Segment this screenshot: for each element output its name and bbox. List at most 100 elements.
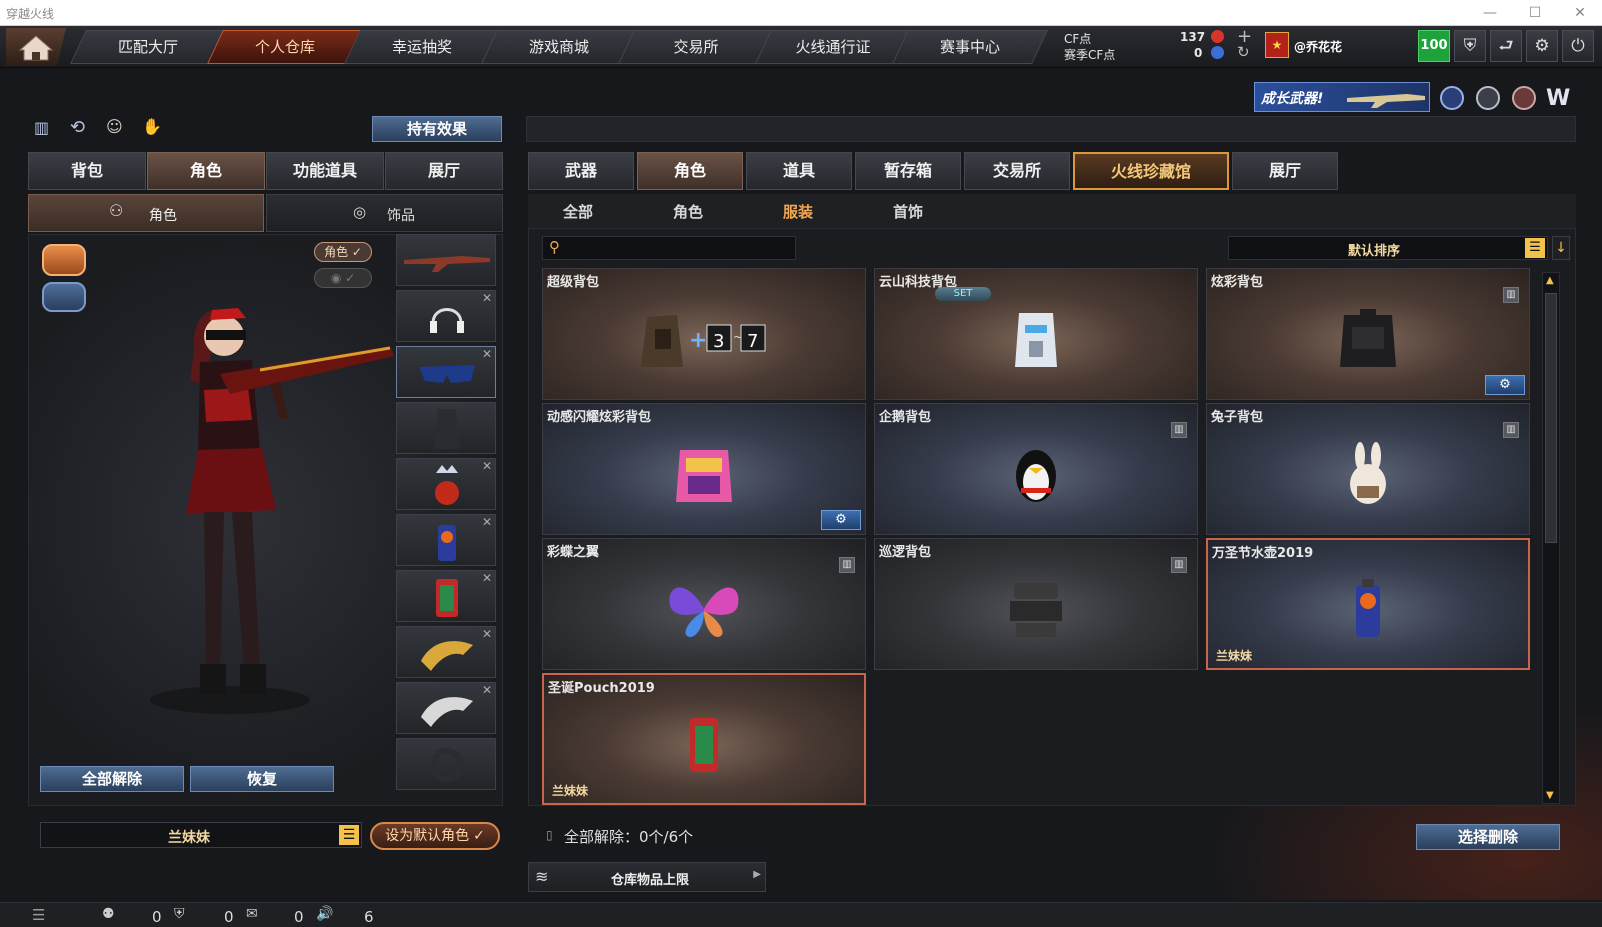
right-tab-characters[interactable]: 角色 [637,152,743,190]
equip-slot-glasses[interactable]: ✕ [396,346,496,398]
remove-icon[interactable]: ✕ [482,683,492,697]
equip-slot-headphones[interactable]: ✕ [396,290,496,342]
rotate-view-icon[interactable]: ⟲ [70,117,90,138]
equip-slot-pouch[interactable]: ✕ [396,570,496,622]
left-tab-showroom[interactable]: 展厅 [385,152,503,190]
nav-tab-match-hall[interactable]: 匹配大厅 [70,30,226,64]
growth-weapon-banner[interactable]: 成长武器! [1254,82,1430,112]
scroll-down-icon[interactable]: ▼ [1546,790,1554,801]
equip-slot-pet-gold[interactable]: ✕ [396,626,496,678]
nav-tab-events[interactable]: 赛事中心 [892,30,1048,64]
gear-icon[interactable]: ⚙ [821,510,861,530]
hand-icon[interactable]: ✋ [142,117,162,137]
trash-icon[interactable]: ▥ [1503,422,1519,438]
subtab-jewelry[interactable]: 首饰 [893,201,923,222]
eagle-team-icon[interactable] [42,282,86,312]
wolf-team-icon[interactable] [42,244,86,276]
equip-slot-vest-empty[interactable] [396,402,496,454]
item-card[interactable]: 兔子背包 ▥ [1206,403,1530,535]
nav-tab-lucky-draw[interactable]: 幸运抽奖 [344,30,500,64]
equip-slot-weapon[interactable] [396,234,496,286]
expand-right-icon[interactable]: ▶ [753,869,761,880]
trash-icon[interactable]: ▥ [839,557,855,573]
item-card-selected[interactable]: 圣诞Pouch2019 兰妹妹 [542,673,866,805]
left-tab-backpack[interactable]: 背包 [28,152,146,190]
holding-effect-button[interactable]: 持有效果 [372,116,502,142]
item-card[interactable]: 云山科技背包 SET [874,268,1198,400]
item-card[interactable]: 巡逻背包 ▥ [874,538,1198,670]
refresh-icon[interactable]: ↻ [1237,43,1250,61]
emblem-icon[interactable] [1512,86,1536,110]
item-card-selected[interactable]: 万圣节水壶2019 兰妹妹 [1206,538,1530,670]
trash-icon[interactable]: ▥ [1171,422,1187,438]
equip-slot-head-accessory[interactable]: ✕ [396,458,496,510]
right-tab-storage-box[interactable]: 暂存箱 [855,152,961,190]
friends-icon[interactable]: ⚉ [102,906,115,922]
character-name-select[interactable]: 兰妹妹 ☰ [40,822,362,848]
left-subtab-accessory[interactable]: ◎ 饰品 [266,194,503,232]
badge-v-icon[interactable] [1440,86,1464,110]
search-input[interactable]: ⚲ [542,236,796,260]
close-button[interactable]: ✕ [1560,2,1600,24]
subtab-all[interactable]: 全部 [563,201,593,222]
inventory-scrollbar[interactable]: ▲ ▼ [1542,272,1560,804]
item-card[interactable]: 炫彩背包 ▥ ⚙ [1206,268,1530,400]
username[interactable]: @乔花花 [1294,38,1342,55]
remove-icon[interactable]: ✕ [482,459,492,473]
equip-slot-flask[interactable]: ✕ [396,514,496,566]
remove-icon[interactable]: ✕ [482,627,492,641]
left-tab-functional-items[interactable]: 功能道具 [266,152,384,190]
storage-limit-bar[interactable]: ≋ 仓库物品上限 ▶ [528,862,766,892]
minimize-button[interactable]: — [1470,2,1510,24]
shield-button[interactable]: ⛨ [1454,30,1486,62]
set-default-character-button[interactable]: 设为默认角色 ✓ [370,822,500,850]
right-tab-showroom[interactable]: 展厅 [1232,152,1338,190]
role-badge[interactable]: 角色 ✓ [314,242,372,262]
scroll-up-icon[interactable]: ▲ [1546,275,1554,286]
item-card[interactable]: 动感闪耀炫彩背包 ⚙ [542,403,866,535]
menu-icon[interactable]: ☰ [1525,238,1545,258]
item-card[interactable]: 企鹅背包 ▥ [874,403,1198,535]
restore-button[interactable]: 恢复 [190,766,334,792]
equip-slot-pet-silver[interactable]: ✕ [396,682,496,734]
sort-dropdown[interactable]: 默认排序 ☰ [1228,236,1548,260]
right-tab-collection-hall[interactable]: 火线珍藏馆 [1073,152,1229,190]
w-logo-icon[interactable]: W [1546,86,1574,111]
subtab-clothing[interactable]: 服装 [783,201,813,222]
power-button[interactable]: ⏻ [1562,30,1594,62]
item-card[interactable]: 超级背包 + 3 ~ 7 [542,268,866,400]
globe-icon[interactable] [1476,86,1500,110]
switch-button[interactable]: ⮐ [1490,30,1522,62]
scrollbar-thumb[interactable] [1545,293,1557,543]
shield-icon[interactable]: ⛨ [174,906,185,922]
menu-icon[interactable]: ☰ [339,825,359,845]
settings-button[interactable]: ⚙ [1526,30,1558,62]
right-tab-items[interactable]: 道具 [746,152,852,190]
remove-icon[interactable]: ✕ [482,347,492,361]
gear-icon[interactable]: ⚙ [1485,375,1525,395]
character-pose-icon[interactable]: ☺ [106,117,126,137]
remove-icon[interactable]: ✕ [482,571,492,585]
right-tab-weapons[interactable]: 武器 [528,152,634,190]
release-all-button[interactable]: 全部解除 [40,766,184,792]
left-tab-character[interactable]: 角色 [147,152,265,190]
nav-tab-game-mall[interactable]: 游戏商城 [481,30,637,64]
subtab-character[interactable]: 角色 [673,201,703,222]
stats-icon[interactable]: ▥ [34,118,54,138]
equip-slot-ring-empty[interactable] [396,738,496,790]
chat-icon[interactable]: ✉ [246,906,258,922]
speaker-icon[interactable]: 🔊 [316,906,333,922]
nav-tab-exchange[interactable]: 交易所 [618,30,774,64]
maximize-button[interactable]: ☐ [1515,2,1555,24]
sort-order-icon[interactable]: ↓ [1552,236,1570,260]
hide-visibility-toggle[interactable]: ◉ ✓ [314,268,372,288]
list-icon[interactable]: ☰ [32,906,45,924]
remove-icon[interactable]: ✕ [482,291,492,305]
right-tab-exchange[interactable]: 交易所 [964,152,1070,190]
nav-tab-personal-warehouse[interactable]: 个人仓库 [207,30,363,64]
trash-icon[interactable]: ▥ [1503,287,1519,303]
nav-tab-battle-pass[interactable]: 火线通行证 [755,30,911,64]
item-card[interactable]: 彩蝶之翼 ▥ [542,538,866,670]
left-subtab-character[interactable]: ⚇ 角色 [28,194,264,232]
trash-icon[interactable]: ▥ [1171,557,1187,573]
